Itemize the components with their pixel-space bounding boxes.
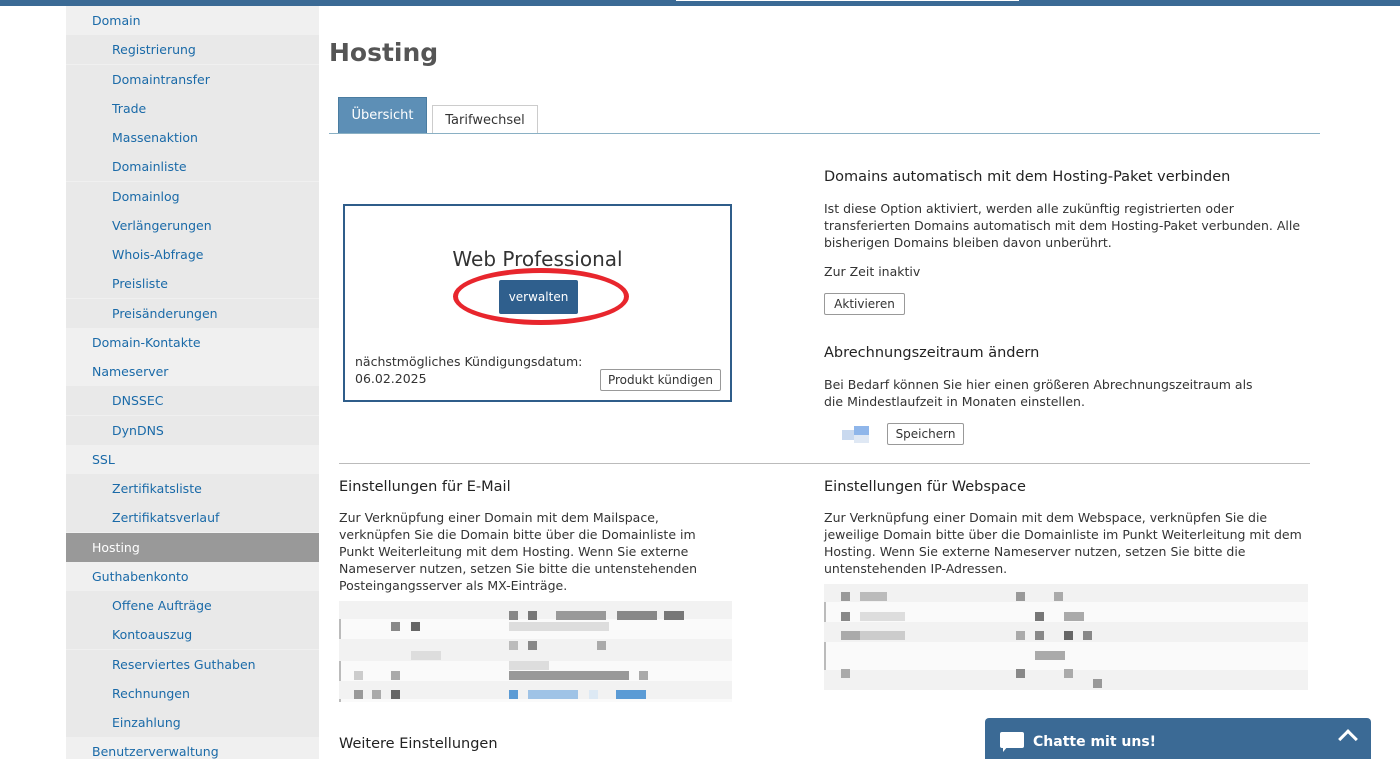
sidebar-item-rechnungen[interactable]: Rechnungen: [66, 678, 319, 708]
section-divider: [339, 463, 1310, 464]
sidebar-item-reserviertes-guthaben[interactable]: Reserviertes Guthaben: [66, 649, 319, 679]
tab-plan-change[interactable]: Tarifwechsel: [432, 105, 538, 133]
sidebar-item-benutzerverwaltung[interactable]: Benutzerverwaltung: [66, 737, 319, 759]
sidebar-item-registrierung[interactable]: Registrierung: [66, 35, 319, 65]
webspace-settings-title: Einstellungen für Webspace: [824, 479, 1026, 495]
auto-connect-status: Zur Zeit inaktiv: [824, 264, 921, 279]
auto-connect-title: Domains automatisch mit dem Hosting-Pake…: [824, 169, 1231, 185]
sidebar-item-zertifikatsverlauf[interactable]: Zertifikatsverlauf: [66, 503, 319, 533]
sidebar-item-dnssec[interactable]: DNSSEC: [66, 386, 319, 416]
sidebar-item-trade[interactable]: Trade: [66, 93, 319, 123]
cancel-product-button[interactable]: Produkt kündigen: [600, 369, 721, 391]
chat-bubble-icon: [1000, 732, 1024, 752]
sidebar-item-domain-kontakte[interactable]: Domain-Kontakte: [66, 327, 319, 357]
webspace-settings-text: Zur Verknüpfung einer Domain mit dem Web…: [824, 510, 1302, 576]
sidebar-item-offene-aufträge[interactable]: Offene Aufträge: [66, 591, 319, 620]
sidebar-item-preisliste[interactable]: Preisliste: [66, 269, 319, 299]
chat-label: Chatte mit uns!: [1033, 734, 1157, 750]
sidebar-item-domainliste[interactable]: Domainliste: [66, 152, 319, 182]
ip-addresses-table: [824, 584, 1308, 690]
sidebar-item-preisänderungen[interactable]: Preisänderungen: [66, 298, 319, 328]
activate-button[interactable]: Aktivieren: [824, 293, 905, 315]
chat-widget[interactable]: Chatte mit uns!: [985, 718, 1371, 759]
chevron-up-icon[interactable]: [1338, 729, 1358, 749]
sidebar-item-kontoauszug[interactable]: Kontoauszug: [66, 620, 319, 650]
sidebar-item-ssl[interactable]: SSL: [66, 444, 319, 474]
product-card: Web Professional verwalten nächstmöglich…: [343, 204, 732, 402]
sidebar-item-einzahlung[interactable]: Einzahlung: [66, 708, 319, 737]
manage-button[interactable]: verwalten: [499, 280, 578, 314]
sidebar-nav: Domain Registrierung Domaintransfer Trade Ma…: [66, 6, 319, 759]
sidebar-item-massenaktion[interactable]: Massenaktion: [66, 123, 319, 152]
sidebar-item-domaintransfer[interactable]: Domaintransfer: [66, 64, 319, 94]
mx-records-table: [339, 601, 732, 702]
billing-title: Abrechnungszeitraum ändern: [824, 345, 1040, 361]
tab-bar: Übersicht Tarifwechsel: [329, 97, 1320, 134]
billing-text: Bei Bedarf können Sie hier einen größere…: [824, 377, 1253, 409]
cancellation-date-label: nächstmögliches Kündigungsdatum:: [355, 354, 583, 369]
sidebar-item-domain[interactable]: Domain: [66, 6, 319, 35]
auto-connect-text: Ist diese Option aktiviert, werden alle …: [824, 201, 1301, 250]
sidebar-item-guthabenkonto[interactable]: Guthabenkonto: [66, 561, 319, 591]
tab-overview[interactable]: Übersicht: [338, 97, 427, 133]
sidebar-item-domainlog[interactable]: Domainlog: [66, 181, 319, 211]
sidebar-item-nameserver[interactable]: Nameserver: [66, 357, 319, 386]
save-button[interactable]: Speichern: [887, 423, 964, 445]
cancellation-date: nächstmögliches Kündigungsdatum: 06.02.2…: [355, 353, 582, 387]
billing-period-select[interactable]: [826, 426, 870, 443]
more-settings-title: Weitere Einstellungen: [339, 736, 498, 752]
email-settings-title: Einstellungen für E-Mail: [339, 479, 511, 495]
sidebar-item-zertifikatsliste[interactable]: Zertifikatsliste: [66, 474, 319, 503]
sidebar-item-verlängerungen[interactable]: Verlängerungen: [66, 210, 319, 240]
sidebar-item-whois-abfrage[interactable]: Whois-Abfrage: [66, 240, 319, 269]
page-title: Hosting: [329, 38, 439, 67]
sidebar-item-hosting[interactable]: Hosting: [66, 532, 319, 562]
sidebar-item-dyndns[interactable]: DynDNS: [66, 415, 319, 445]
email-settings-text: Zur Verknüpfung einer Domain mit dem Mai…: [339, 510, 698, 593]
cancellation-date-value: 06.02.2025: [355, 371, 427, 386]
top-bar-notch: [676, 0, 1019, 1]
